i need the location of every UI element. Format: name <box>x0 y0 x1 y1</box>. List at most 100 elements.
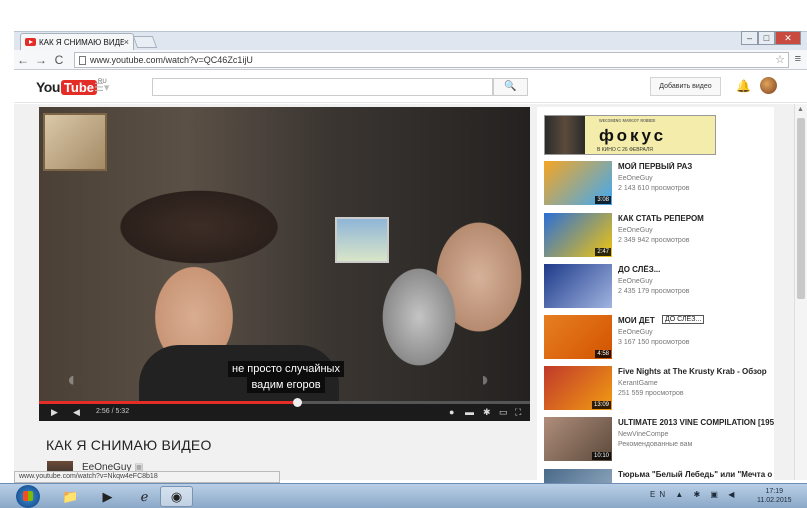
address-bar[interactable]: www.youtube.com/watch?v=QC46Zc1ijU <box>74 52 789 68</box>
scroll-up-icon[interactable]: ▲ <box>797 106 804 113</box>
recommendation-item[interactable]: 10:10 ULTIMATE 2013 VINE COMPILATION [195… <box>544 417 774 463</box>
subtitle-line-2: вадим егоров <box>247 377 325 393</box>
logo-you-text: You <box>36 79 60 95</box>
close-window-button[interactable]: ✕ <box>775 31 801 45</box>
recommendation-views: Рекомендованные вам <box>618 441 693 448</box>
wall-poster-image <box>43 113 107 171</box>
clock-time: 17:19 <box>765 488 784 495</box>
chrome-taskbar-icon[interactable]: ◉ <box>160 486 193 507</box>
recommendation-channel: EeOneGuy <box>618 278 653 285</box>
browser-menu-icon[interactable]: ≡ <box>795 53 801 65</box>
windows-taskbar: 📁 ▶ ℯ ◉ EN ▲ ✱ ▣ ◀ 17:19 11.02.2015 <box>0 483 807 508</box>
tab-title: КАК Я СНИМАЮ ВИДЕО <box>39 37 124 47</box>
time-display: 2:56 / 5:32 <box>96 408 130 415</box>
recommendation-thumbnail[interactable]: 3:08 <box>544 161 612 205</box>
browser-toolbar: ← → C www.youtube.com/watch?v=QC46Zc1ijU… <box>14 50 807 70</box>
recommendation-channel: KerantGame <box>618 380 658 387</box>
recommendation-thumbnail[interactable]: 13:09 <box>544 366 612 410</box>
recommendation-thumbnail[interactable] <box>544 264 612 308</box>
recommendation-meta: NewVineCompe Рекомендованные вам <box>618 430 692 450</box>
recommendation-thumbnail[interactable]: 10:10 <box>544 417 612 461</box>
player-controls: ▶ ◀ 2:56 / 5:32 ● ▬ ✱ ▭ ⛶ <box>39 398 530 421</box>
back-button[interactable]: ← <box>14 53 32 67</box>
video-duration: 2:47 <box>595 248 611 256</box>
recommendation-item[interactable]: 13:09 Five Nights at The Krusty Krab - Об… <box>544 366 774 412</box>
tab-close-icon[interactable]: × <box>124 37 129 47</box>
video-title: КАК Я СНИМАЮ ВИДЕО <box>46 437 212 453</box>
browser-tab[interactable]: КАК Я СНИМАЮ ВИДЕО × <box>20 33 134 50</box>
progress-fill <box>39 401 297 404</box>
window-controls: – □ ✕ <box>741 31 801 45</box>
minimize-button[interactable]: – <box>741 31 758 45</box>
page-icon <box>79 55 86 65</box>
fullscreen-icon[interactable]: ⛶ <box>515 407 521 418</box>
recommendation-meta: EeOneGuy 2 143 610 просмотров <box>618 174 689 194</box>
start-button[interactable] <box>16 485 40 508</box>
notifications-bell-icon[interactable]: 🔔 <box>736 79 751 93</box>
advertisement-banner[interactable]: ᴡᴇᴄᴏᴍɪɴɢ ᴍᴀʀɢᴏᴛ ʀᴏʙʙɪᴇ фокус В КИНО С 26… <box>544 115 716 155</box>
theater-mode-icon[interactable]: ▬ <box>465 407 474 417</box>
scrollbar-thumb[interactable] <box>797 118 805 299</box>
recommendation-title[interactable]: МОЙ ПЕРВЫЙ РАЗ <box>618 162 692 171</box>
ad-image <box>545 116 585 154</box>
language-indicator: EN <box>650 490 670 499</box>
video-duration: 3:08 <box>595 196 611 204</box>
recommendation-item[interactable]: ДО СЛЁЗ... EeOneGuy 2 435 179 просмотров <box>544 264 774 310</box>
recommendation-title[interactable]: Five Nights at The Krusty Krab - Обзор <box>618 367 767 376</box>
recommendation-title[interactable]: Тюрьма "Белый Лебедь" или "Мечта о <box>618 470 772 479</box>
recommendation-thumbnail[interactable]: 4:58 <box>544 315 612 359</box>
address-url: www.youtube.com/watch?v=QC46Zc1ijU <box>90 55 253 65</box>
recommendation-views: 3 167 150 просмотров <box>618 339 690 346</box>
video-duration: 4:58 <box>595 350 611 358</box>
reload-button[interactable]: C <box>50 53 68 67</box>
play-icon[interactable]: ▶ <box>51 407 58 418</box>
sidebar: ᴡᴇᴄᴏᴍɪɴɢ ᴍᴀʀɢᴏᴛ ʀᴏʙʙɪᴇ фокус В КИНО С 26… <box>537 107 774 508</box>
maximize-button[interactable]: □ <box>758 31 775 45</box>
recommendation-title[interactable]: ДО СЛЁЗ... <box>618 265 660 274</box>
recommendation-title[interactable]: ULTIMATE 2013 VINE COMPILATION [195+ VIN… <box>618 418 774 427</box>
bookmark-star-icon[interactable]: ☆ <box>775 53 785 66</box>
internet-explorer-taskbar-icon[interactable]: ℯ <box>128 486 161 507</box>
new-tab-button[interactable] <box>132 36 158 48</box>
progress-scrubber[interactable] <box>292 398 302 407</box>
ad-bottom-text: В КИНО С 26 ФЕВРАЛЯ <box>597 147 653 153</box>
recommendation-views: 2 349 942 просмотров <box>618 237 690 244</box>
system-tray[interactable]: EN ▲ ✱ ▣ ◀ <box>650 490 738 499</box>
volume-icon[interactable]: ◀ <box>73 407 80 418</box>
forward-button[interactable]: → <box>32 53 50 67</box>
video-player[interactable]: ◖ ◗ не просто случайных вадим егоров ▶ ◀… <box>39 107 530 421</box>
recommendation-meta: EeOneGuy 2 349 942 просмотров <box>618 226 689 246</box>
recommendation-meta: EeOneGuy 2 435 179 просмотров <box>618 277 689 297</box>
ad-brand: фокус <box>599 126 667 145</box>
media-player-taskbar-icon[interactable]: ▶ <box>91 486 124 507</box>
watermark-right-icon: ◗ <box>479 369 492 391</box>
recommendation-channel: EeOneGuy <box>618 175 653 182</box>
explorer-taskbar-icon[interactable]: 📁 <box>54 486 87 507</box>
page-scrollbar[interactable]: ▲ <box>794 104 807 480</box>
video-duration: 10:10 <box>591 452 611 460</box>
settings-icon[interactable]: ✱ <box>483 407 491 418</box>
captions-icon[interactable]: ● <box>449 407 454 417</box>
upload-button[interactable]: Добавить видео <box>650 77 721 96</box>
video-frame[interactable]: ◖ ◗ не просто случайных вадим егоров <box>39 107 530 405</box>
recommendation-title[interactable]: КАК СТАТЬ РЕПЕРОМ <box>618 214 704 223</box>
user-avatar[interactable] <box>760 77 777 94</box>
watermark-left-icon: ◖ <box>65 369 78 391</box>
recommendation-item[interactable]: 2:47 КАК СТАТЬ РЕПЕРОМ EeOneGuy 2 349 942 п… <box>544 213 774 259</box>
recommendation-item[interactable]: 4:58 МОИ ДЕТ EeOneGuy 3 167 150 просмотров Д… <box>544 315 774 361</box>
search-icon: 🔍 <box>504 81 517 92</box>
guide-menu-icon[interactable]: ☰▾ <box>94 81 109 94</box>
recommendation-title[interactable]: МОИ ДЕТ <box>618 316 655 325</box>
system-clock[interactable]: 17:19 11.02.2015 <box>757 487 792 505</box>
search-button[interactable]: 🔍 <box>493 78 528 96</box>
recommendation-channel: EeOneGuy <box>618 329 653 336</box>
miniplayer-icon[interactable]: ▭ <box>499 407 508 418</box>
progress-bar[interactable] <box>39 398 530 407</box>
recommendation-thumbnail[interactable]: 2:47 <box>544 213 612 257</box>
recommendation-channel: NewVineCompe <box>618 431 669 438</box>
subtitles: не просто случайных вадим егоров <box>221 361 351 393</box>
recommendation-item[interactable]: 3:08 МОЙ ПЕРВЫЙ РАЗ EeOneGuy 2 143 610 прос… <box>544 161 774 207</box>
youtube-header: You Tube RU ☰▾ 🔍 Добавить видео 🔔 <box>14 71 807 103</box>
ad-small-text: ᴡᴇᴄᴏᴍɪɴɢ ᴍᴀʀɢᴏᴛ ʀᴏʙʙɪᴇ <box>599 118 656 124</box>
search-input[interactable] <box>152 78 493 96</box>
